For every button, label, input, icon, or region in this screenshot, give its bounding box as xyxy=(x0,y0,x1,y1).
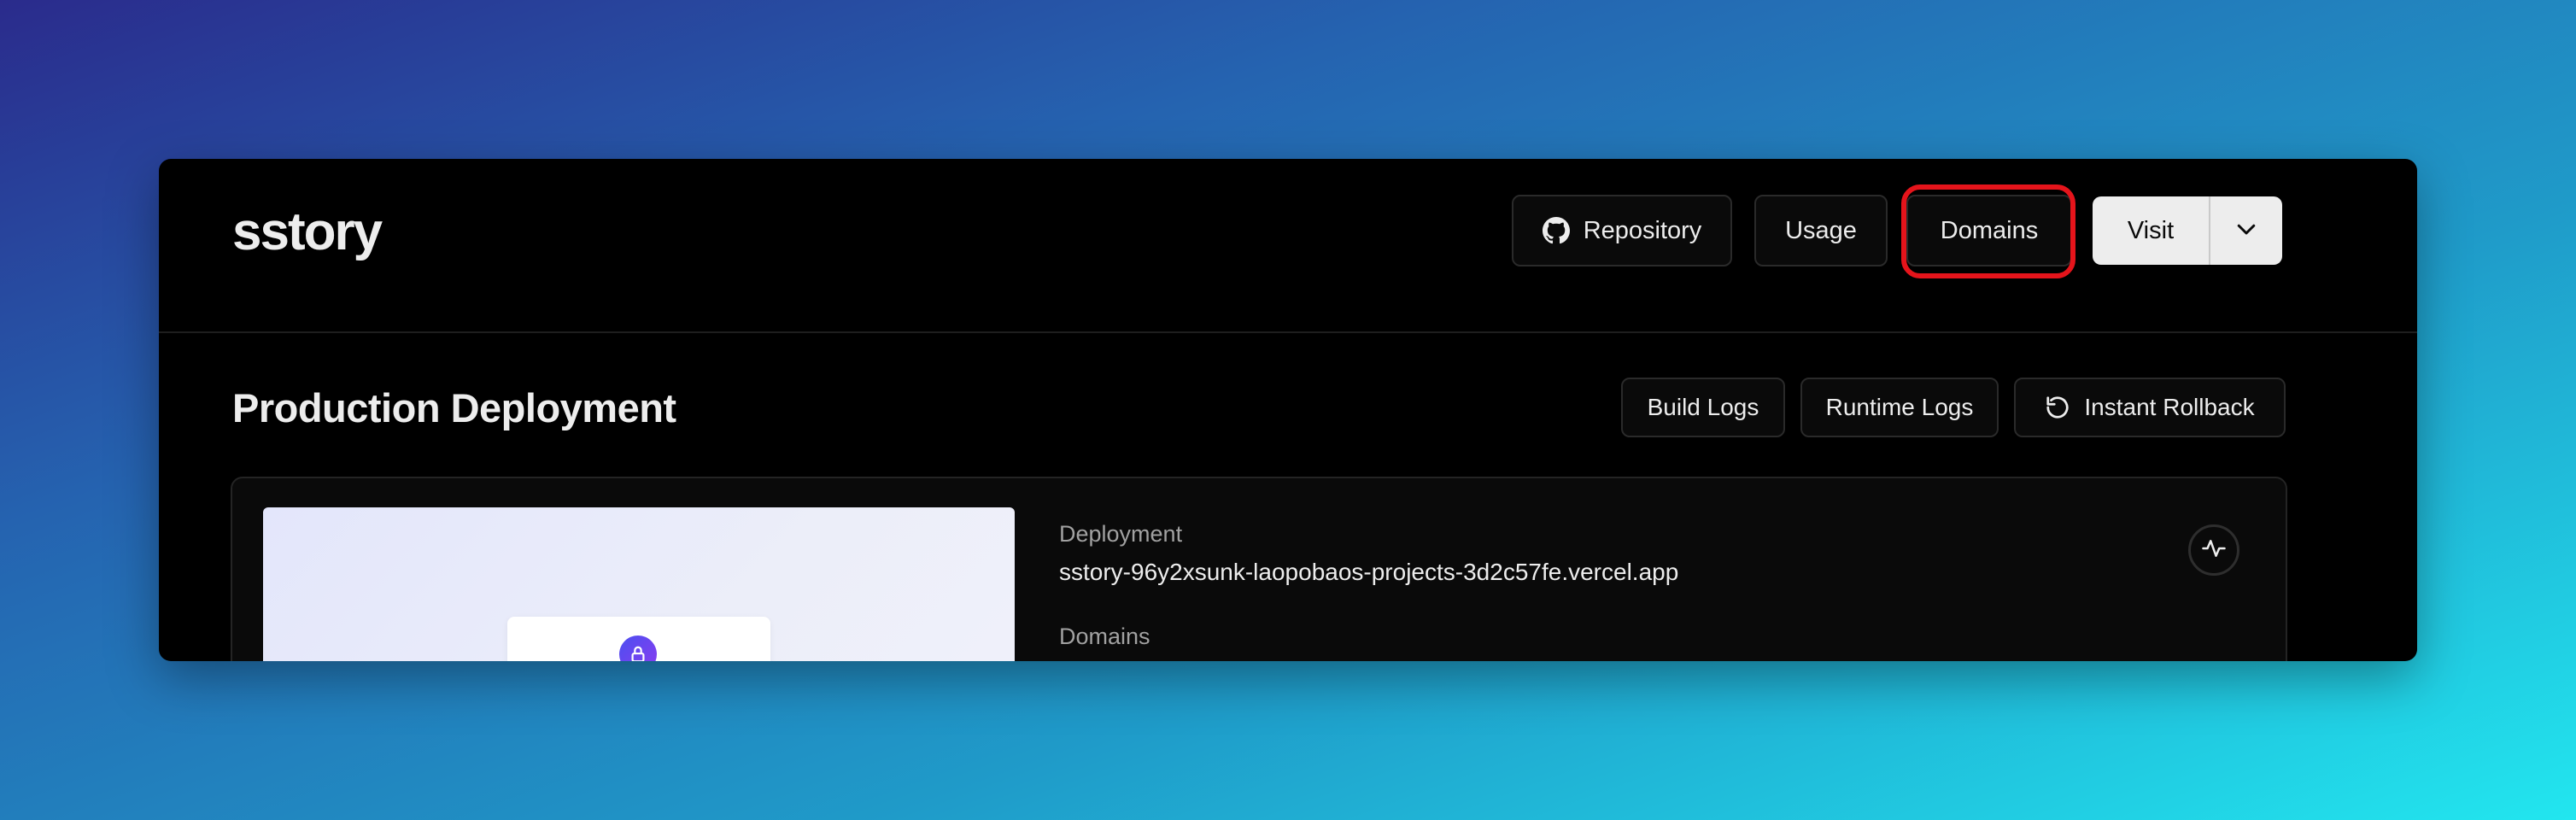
visit-label: Visit xyxy=(2127,216,2175,244)
project-window: sstory Repository Usage Domains Visit Pr… xyxy=(159,159,2417,661)
rollback-icon xyxy=(2045,395,2070,420)
preview-login-card xyxy=(507,617,770,661)
build-logs-button[interactable]: Build Logs xyxy=(1621,378,1785,437)
project-title: sstory xyxy=(232,202,383,261)
domains-label: Domains xyxy=(1940,216,2039,244)
usage-label: Usage xyxy=(1785,216,1857,244)
domains-section-label: Domains xyxy=(1059,624,1150,649)
section-title: Production Deployment xyxy=(232,385,676,430)
visit-button[interactable]: Visit xyxy=(2093,196,2210,265)
lock-icon xyxy=(619,636,657,661)
github-icon xyxy=(1542,217,1570,244)
runtime-logs-button[interactable]: Runtime Logs xyxy=(1800,378,1999,437)
build-logs-label: Build Logs xyxy=(1647,394,1759,420)
usage-button[interactable]: Usage xyxy=(1754,195,1888,266)
deployment-card: Deployment sstory-96y2xsunk-laopobaos-pr… xyxy=(231,477,2287,661)
visit-button-group: Visit xyxy=(2093,196,2282,265)
domains-button[interactable]: Domains xyxy=(1906,195,2072,266)
instant-rollback-button[interactable]: Instant Rollback xyxy=(2014,378,2286,437)
repository-button[interactable]: Repository xyxy=(1512,195,1732,266)
repository-label: Repository xyxy=(1583,216,1702,244)
rollback-label: Instant Rollback xyxy=(2084,394,2255,420)
deployment-label: Deployment xyxy=(1059,521,1183,547)
visit-menu-button[interactable] xyxy=(2210,196,2282,265)
deployment-url-link[interactable]: sstory-96y2xsunk-laopobaos-projects-3d2c… xyxy=(1059,557,1678,588)
deployment-preview[interactable] xyxy=(263,507,1015,661)
activity-icon xyxy=(2201,536,2227,565)
project-header: sstory Repository Usage Domains Visit xyxy=(159,159,2417,333)
chevron-down-icon xyxy=(2234,216,2259,246)
runtime-logs-label: Runtime Logs xyxy=(1825,394,1974,420)
activity-button[interactable] xyxy=(2188,524,2239,576)
